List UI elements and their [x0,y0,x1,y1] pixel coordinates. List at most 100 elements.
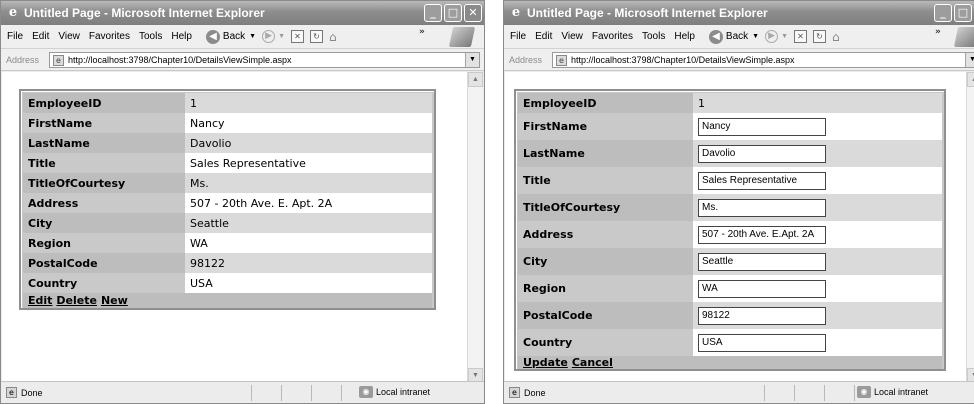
menu-bar: File Edit View Favorites Tools Help ◀ Ba… [504,25,974,49]
details-row: LastName Davolio [518,140,942,167]
field-label-country: Country [23,273,185,293]
field-label-titleofcourtesy: TitleOfCourtesy [23,173,185,193]
menu-view[interactable]: View [58,31,80,42]
close-button[interactable]: ✕ [464,4,482,22]
field-label-address: Address [23,193,185,213]
details-row: City Seattle [23,213,432,233]
status-text: Done [21,387,43,398]
stop-icon[interactable]: ✕ [794,30,808,43]
back-button-label[interactable]: Back [726,31,748,42]
toolbar-overflow-icon[interactable]: » [419,27,425,37]
address-dropdown-icon[interactable]: ▼ [965,53,974,67]
menu-tools[interactable]: Tools [642,31,665,42]
details-row: FirstName Nancy [518,113,942,140]
address-dropdown-icon[interactable]: ▼ [465,53,479,67]
forward-dropdown-icon[interactable]: ▼ [781,33,788,40]
title-bar[interactable]: e Untitled Page - Microsoft Internet Exp… [504,1,974,25]
status-divider [311,385,312,401]
field-value-titleofcourtesy: Ms. [185,173,432,193]
vertical-scrollbar[interactable]: ▲ ▼ [467,72,483,383]
field-label-city: City [518,248,693,275]
page-done-icon: e [6,387,17,398]
page-icon: e [556,54,567,66]
menu-help[interactable]: Help [674,31,695,42]
menu-help[interactable]: Help [171,31,192,42]
back-button-label[interactable]: Back [223,31,245,42]
field-value-city: Seattle [185,213,432,233]
edit-link[interactable]: Edit [28,294,52,307]
windows-logo-icon [448,27,476,47]
menu-edit[interactable]: Edit [32,31,49,42]
title-input[interactable]: Sales Representative [698,171,826,190]
new-link[interactable]: New [101,294,128,307]
field-label-firstname: FirstName [23,113,185,133]
lastname-input[interactable]: Davolio [698,144,826,163]
scroll-up-icon[interactable]: ▲ [967,72,974,87]
page-content: EmployeeID 1 FirstName Nancy LastName Da… [2,72,468,383]
address-input-field[interactable]: 507 - 20th Ave. E.Apt. 2A [698,225,826,244]
field-value-address: 507 - 20th Ave. E. Apt. 2A [185,193,432,213]
minimize-button[interactable]: _ [424,4,442,22]
details-row: FirstName Nancy [23,113,432,133]
address-label: Address [509,54,543,65]
details-row: EmployeeID 1 [518,93,942,113]
refresh-icon[interactable]: ↻ [310,30,324,43]
menu-file[interactable]: File [510,31,526,42]
postalcode-input[interactable]: 98122 [698,306,826,325]
menu-tools[interactable]: Tools [139,31,162,42]
refresh-icon[interactable]: ↻ [813,30,827,43]
region-input[interactable]: WA [698,279,826,298]
city-input[interactable]: Seattle [698,252,826,271]
field-label-region: Region [23,233,185,253]
maximize-button[interactable]: □ [444,4,462,22]
home-icon[interactable]: ⌂ [832,30,840,44]
address-input[interactable]: e http://localhost:3798/Chapter10/Detail… [552,52,974,68]
page-done-icon: e [509,387,520,398]
field-label-employeeid: EmployeeID [23,93,185,113]
scroll-up-icon[interactable]: ▲ [468,72,483,87]
vertical-scrollbar[interactable]: ▲ ▼ [966,72,974,383]
back-arrow-icon[interactable]: ◀ [708,29,723,44]
field-label-region: Region [518,275,693,302]
windows-logo-icon [953,27,974,47]
status-divider [251,385,252,401]
forward-arrow-icon[interactable]: ▶ [765,30,779,43]
details-row: City Seattle [518,248,942,275]
minimize-button[interactable]: _ [934,4,952,22]
maximize-button[interactable]: □ [954,4,972,22]
update-link[interactable]: Update [523,356,568,369]
forward-arrow-icon[interactable]: ▶ [262,30,276,43]
forward-dropdown-icon[interactable]: ▼ [278,33,285,40]
menu-view[interactable]: View [561,31,583,42]
details-row: LastName Davolio [23,133,432,153]
cancel-link[interactable]: Cancel [572,356,613,369]
navigation-toolbar: ◀ Back ▼ ▶ ▼ ✕ ↻ ⌂ [205,29,337,44]
field-label-postalcode: PostalCode [23,253,185,273]
delete-link[interactable]: Delete [56,294,97,307]
status-bar: e Done ◉ Local intranet [1,381,484,403]
titleofcourtesy-input[interactable]: Ms. [698,198,826,217]
address-url[interactable]: http://localhost:3798/Chapter10/DetailsV… [68,55,291,65]
home-icon[interactable]: ⌂ [329,30,337,44]
stop-icon[interactable]: ✕ [291,30,305,43]
details-row: PostalCode 98122 [518,302,942,329]
field-label-postalcode: PostalCode [518,302,693,329]
back-dropdown-icon[interactable]: ▼ [752,33,759,40]
menu-favorites[interactable]: Favorites [592,31,633,42]
field-value-region: WA [185,233,432,253]
menu-file[interactable]: File [7,31,23,42]
back-arrow-icon[interactable]: ◀ [205,29,220,44]
firstname-input[interactable]: Nancy [698,117,826,136]
menu-edit[interactable]: Edit [535,31,552,42]
address-url[interactable]: http://localhost:3798/Chapter10/DetailsV… [571,55,794,65]
toolbar-overflow-icon[interactable]: » [935,27,941,37]
address-input[interactable]: e http://localhost:3798/Chapter10/Detail… [49,52,480,68]
country-input[interactable]: USA [698,333,826,352]
back-dropdown-icon[interactable]: ▼ [249,33,256,40]
menu-favorites[interactable]: Favorites [89,31,130,42]
page-content: EmployeeID 1 FirstName Nancy LastName Da… [505,72,967,383]
navigation-toolbar: ◀ Back ▼ ▶ ▼ ✕ ↻ ⌂ [708,29,840,44]
details-row: Country USA [518,329,942,356]
details-row: Address 507 - 20th Ave. E. Apt. 2A [23,193,432,213]
title-bar[interactable]: e Untitled Page - Microsoft Internet Exp… [1,1,484,25]
